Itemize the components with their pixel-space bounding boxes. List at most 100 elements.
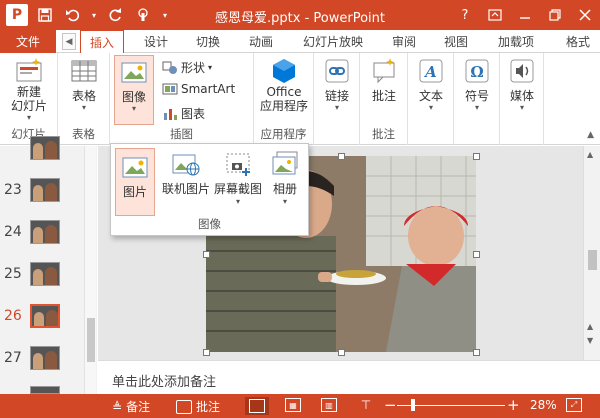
- tab-review[interactable]: 审阅: [384, 30, 424, 53]
- slide-number: 27: [4, 350, 22, 366]
- office-app-icon: [273, 59, 295, 83]
- minimize-icon[interactable]: [514, 4, 536, 26]
- scrollbar-thumb[interactable]: [87, 318, 95, 362]
- resize-handle-se[interactable]: [473, 349, 480, 356]
- chevron-down-icon: ▾: [235, 197, 240, 206]
- resize-handle-n[interactable]: [338, 153, 345, 160]
- new-slide-button[interactable]: 新建 幻灯片 ▾: [4, 57, 54, 122]
- slide-thumbnail[interactable]: 24: [0, 220, 80, 248]
- comment-button[interactable]: 批注: [364, 57, 404, 103]
- zoom-in-button[interactable]: +: [507, 396, 520, 414]
- group-comments-label: 批注: [372, 127, 395, 141]
- images-button[interactable]: 图像 ▾: [114, 55, 154, 125]
- close-icon[interactable]: [574, 4, 596, 26]
- save-icon[interactable]: [34, 4, 56, 26]
- help-icon[interactable]: ?: [454, 4, 476, 26]
- photo-album-button[interactable]: 相册 ▾: [263, 150, 307, 207]
- tab-scroll-left-icon[interactable]: ◀: [62, 33, 76, 50]
- resize-handle-ne[interactable]: [473, 153, 480, 160]
- zoom-level[interactable]: 28%: [530, 398, 557, 412]
- ribbon-display-icon[interactable]: [484, 4, 506, 26]
- notes-pane[interactable]: 单击此处添加备注: [98, 360, 600, 394]
- tab-transitions[interactable]: 切换: [188, 30, 228, 53]
- group-text: A 文本 ▾: [408, 53, 454, 145]
- powerpoint-app-icon[interactable]: P: [6, 4, 28, 26]
- normal-view-button[interactable]: [245, 397, 269, 415]
- group-illustrations: 图像 ▾ 形状 ▾ SmartArt 图表 插图: [110, 53, 254, 145]
- group-links: 链接 ▾: [314, 53, 360, 145]
- undo-icon[interactable]: [62, 4, 84, 26]
- table-button[interactable]: 表格 ▾: [64, 57, 104, 112]
- chart-button[interactable]: 图表: [162, 105, 205, 122]
- resize-handle-s[interactable]: [338, 349, 345, 356]
- notes-toggle-button[interactable]: ≜ 备注: [112, 398, 150, 415]
- ribbon-tabs: 文件 ◀ 插入 设计 切换 动画 幻灯片放映 审阅 视图 加载项 格式: [0, 30, 600, 54]
- tab-format[interactable]: 格式: [560, 30, 600, 53]
- picture-button[interactable]: 图片: [115, 148, 155, 216]
- slide-thumbnail-partial[interactable]: [0, 136, 80, 174]
- tab-addins[interactable]: 加载项: [490, 30, 542, 53]
- slide-thumbnail[interactable]: 25: [0, 262, 80, 290]
- customize-qat-icon[interactable]: ▾: [160, 4, 170, 26]
- tab-animations[interactable]: 动画: [240, 30, 282, 53]
- slide-thumbnail-image[interactable]: [30, 386, 60, 394]
- tab-slideshow[interactable]: 幻灯片放映: [296, 30, 370, 53]
- resize-handle-e[interactable]: [473, 251, 480, 258]
- resize-handle-w[interactable]: [203, 251, 210, 258]
- touch-mode-icon[interactable]: [132, 4, 154, 26]
- smartart-label: SmartArt: [181, 82, 236, 96]
- slide-sorter-button[interactable]: ▦: [285, 398, 301, 412]
- link-button[interactable]: 链接 ▾: [318, 57, 356, 112]
- screenshot-label: 屏幕截图: [213, 182, 262, 196]
- symbol-label: 符号: [464, 89, 489, 103]
- zoom-out-button[interactable]: −: [384, 396, 397, 414]
- omega-icon: Ω: [465, 59, 489, 83]
- notes-placeholder: 单击此处添加备注: [112, 375, 217, 390]
- picture-label: 图片: [122, 185, 147, 199]
- redo-icon[interactable]: [104, 4, 126, 26]
- smartart-button[interactable]: SmartArt: [162, 82, 235, 96]
- slide-thumbnail[interactable]: 27: [0, 346, 80, 374]
- slideshow-button[interactable]: ⊤: [358, 398, 374, 412]
- group-slides: 新建 幻灯片 ▾ 幻灯片: [0, 53, 58, 145]
- tab-insert[interactable]: 插入: [80, 30, 124, 54]
- slide-thumbnail-image[interactable]: [30, 178, 60, 202]
- thumbnails-scrollbar[interactable]: [84, 146, 96, 394]
- screenshot-button[interactable]: 屏幕截图 ▾: [213, 150, 263, 207]
- tab-view[interactable]: 视图: [436, 30, 476, 53]
- zoom-slider-thumb[interactable]: [411, 399, 415, 411]
- resize-handle-sw[interactable]: [203, 349, 210, 356]
- symbol-button[interactable]: Ω 符号 ▾: [458, 57, 496, 112]
- office-apps-button[interactable]: Office 应用程序: [256, 57, 312, 113]
- previous-slide-icon[interactable]: ▲: [587, 322, 593, 331]
- scroll-up-icon[interactable]: ▲: [587, 150, 593, 159]
- next-slide-icon[interactable]: ▼: [587, 336, 593, 345]
- slide-thumbnail-image[interactable]: [30, 304, 60, 328]
- slide-thumbnail-image[interactable]: [30, 136, 60, 160]
- comments-toggle-button[interactable]: 批注: [176, 398, 220, 415]
- slide-thumbnail[interactable]: 23: [0, 178, 80, 206]
- undo-dropdown-icon[interactable]: ▾: [90, 4, 98, 26]
- slide-thumbnail-image[interactable]: [30, 262, 60, 286]
- text-button[interactable]: A 文本 ▾: [412, 57, 450, 112]
- image-icon: [121, 62, 147, 83]
- svg-text:Ω: Ω: [470, 63, 483, 81]
- group-apps-label: 应用程序: [260, 127, 307, 141]
- restore-icon[interactable]: [544, 4, 566, 26]
- slide-vertical-scrollbar[interactable]: ▲ ▲ ▼: [583, 146, 600, 360]
- slide-thumbnail-image[interactable]: [30, 220, 60, 244]
- new-slide-label-2: 幻灯片: [10, 99, 47, 113]
- ribbon-collapse-icon[interactable]: ▲: [587, 130, 594, 140]
- media-button[interactable]: 媒体 ▾: [502, 57, 542, 112]
- shapes-button[interactable]: 形状 ▾: [162, 59, 212, 76]
- online-pictures-button[interactable]: 联机图片: [159, 150, 213, 197]
- tab-file[interactable]: 文件: [0, 30, 56, 53]
- reading-view-button[interactable]: ▥: [321, 398, 337, 412]
- new-slide-icon: [16, 58, 42, 82]
- slide-thumbnail-image[interactable]: [30, 346, 60, 370]
- slide-thumbnail-selected[interactable]: 26: [0, 304, 80, 332]
- tab-design[interactable]: 设计: [138, 30, 174, 53]
- status-bar: ≜ 备注 批注 ▦ ▥ ⊤ − + 28% ⤢: [0, 394, 600, 418]
- fit-to-window-button[interactable]: ⤢: [566, 398, 582, 412]
- scrollbar-thumb[interactable]: [588, 250, 597, 270]
